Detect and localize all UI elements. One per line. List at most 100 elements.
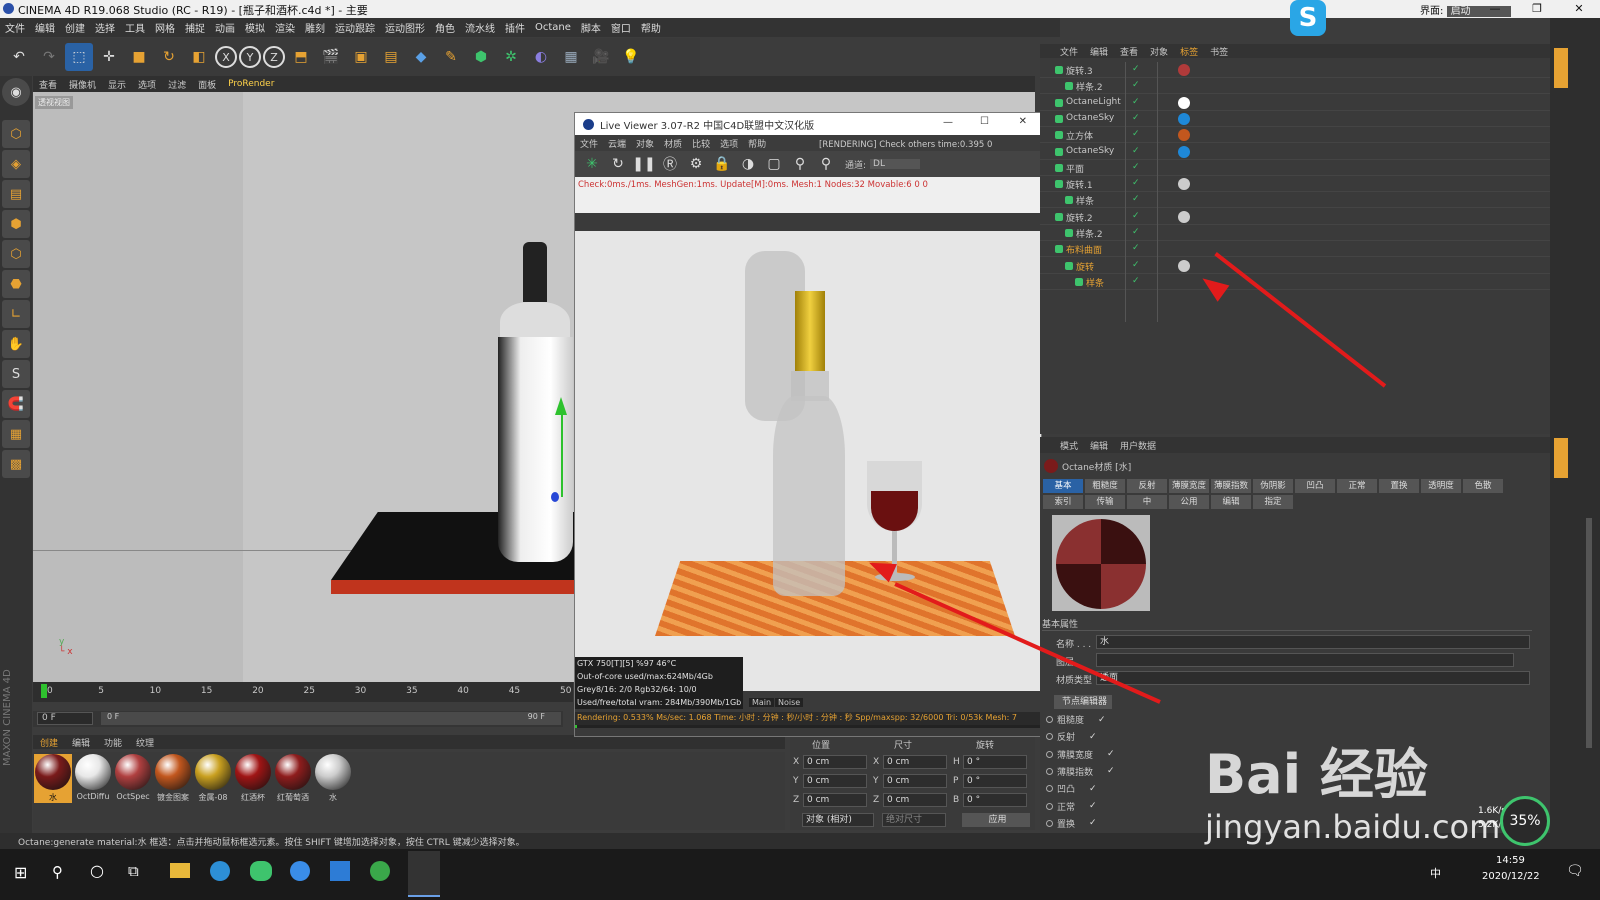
region-render-icon[interactable]: Ⓡ (658, 150, 682, 178)
object-row[interactable]: 布料曲面 ✓ (1040, 241, 1550, 258)
apply-button[interactable]: 应用 (962, 813, 1030, 827)
viewport-menu-item[interactable]: ProRender (228, 79, 274, 89)
redo-icon[interactable]: ↷ (35, 43, 63, 71)
scale-icon[interactable]: ■ (125, 43, 153, 71)
name-field[interactable]: 水 (1096, 635, 1530, 649)
attribute-tab[interactable]: 薄膜指数 (1211, 479, 1251, 493)
visibility-check-icon[interactable]: ✓ (1132, 178, 1140, 188)
viewport-menu-item[interactable]: 摄像机 (69, 78, 96, 91)
coord-field[interactable]: 0 ° (963, 793, 1027, 807)
material-swatch[interactable]: 水 (34, 754, 72, 803)
viewport-menu-item[interactable]: 过滤 (168, 78, 186, 91)
last-tool-icon[interactable]: ◧ (185, 43, 213, 71)
wechat-icon[interactable] (250, 861, 272, 881)
task-view-icon[interactable]: ⧉ (128, 862, 139, 880)
channel-row[interactable]: 反射 ✓ (1046, 730, 1097, 743)
array-icon[interactable]: ✲ (497, 43, 525, 71)
y-axis-icon[interactable]: Y (239, 46, 261, 68)
material-tag-icon[interactable] (1178, 96, 1190, 109)
grid-icon[interactable]: ▩ (2, 450, 30, 478)
viewport-menu-item[interactable]: 查看 (39, 78, 57, 91)
visibility-check-icon[interactable]: ✓ (1132, 194, 1140, 204)
coord-field[interactable]: 0 ° (963, 774, 1027, 788)
channel-check-icon[interactable]: ✓ (1107, 749, 1115, 759)
search-icon[interactable]: ⚲ (52, 863, 63, 881)
render-view-icon[interactable]: 🎬 (317, 43, 345, 71)
object-row[interactable]: OctaneSky ✓ (1040, 111, 1550, 127)
object-row[interactable]: OctaneSky ✓ (1040, 144, 1550, 160)
menu-item[interactable]: 编辑 (35, 20, 55, 35)
minimize-icon[interactable]: — (1474, 0, 1516, 18)
channel-check-icon[interactable]: ✓ (1089, 801, 1097, 811)
menu-item[interactable]: 运动跟踪 (335, 20, 375, 35)
floor-icon[interactable]: ▦ (557, 43, 585, 71)
menu-item[interactable]: 插件 (505, 20, 525, 35)
channel-row[interactable]: 置换 ✓ (1046, 817, 1097, 830)
current-frame-field[interactable]: 0 F (37, 712, 93, 725)
render-preview[interactable] (575, 231, 1041, 691)
lock-icon[interactable]: 🔒 (710, 150, 734, 178)
make-editable-icon[interactable]: ⬡ (2, 120, 30, 148)
material-tag-icon[interactable] (1178, 112, 1190, 125)
camera-icon[interactable]: 🎥 (587, 43, 615, 71)
coord-field[interactable]: 0 cm (803, 755, 867, 769)
attribute-tab[interactable]: 透明度 (1421, 479, 1461, 493)
pick-white-balance-icon[interactable]: ⚲ (814, 150, 838, 178)
lv-menu-item[interactable]: 云端 (608, 137, 626, 150)
frame-range-slider[interactable]: 0 F 90 F (101, 712, 561, 725)
visibility-check-icon[interactable]: ✓ (1132, 162, 1140, 172)
move-icon[interactable]: ✛ (95, 43, 123, 71)
object-row[interactable]: 样条 ✓ (1040, 274, 1550, 290)
send-scene-icon[interactable]: ✳ (580, 150, 604, 178)
lv-menu-item[interactable]: 选项 (720, 137, 738, 150)
layer-field[interactable] (1096, 653, 1514, 667)
side-tab-object[interactable] (1554, 48, 1568, 88)
render-picture-viewer-icon[interactable]: ▣ (347, 43, 375, 71)
restart-render-icon[interactable]: ↻ (606, 150, 630, 178)
coord-mode-select[interactable]: 对象 (相对) (802, 813, 874, 827)
channel-row[interactable]: 正常 ✓ (1046, 800, 1097, 813)
workplane-lock-icon[interactable]: ▦ (2, 420, 30, 448)
timeline[interactable]: 0 5 10 15 20 25 30 35 40 45 50 (33, 682, 573, 702)
attribute-tab[interactable]: 中 (1127, 495, 1167, 509)
material-swatch[interactable]: 镀金图案 (154, 754, 192, 803)
material-menu-item[interactable]: 编辑 (72, 736, 90, 749)
attribute-tab[interactable]: 置换 (1379, 479, 1419, 493)
object-menu-item[interactable]: 书签 (1210, 45, 1228, 58)
visibility-check-icon[interactable]: ✓ (1132, 97, 1140, 107)
attribute-tab[interactable]: 指定 (1253, 495, 1293, 509)
select-icon[interactable]: ⬚ (65, 43, 93, 71)
edges-mode-icon[interactable]: ⬡ (2, 240, 30, 268)
visibility-check-icon[interactable]: ✓ (1132, 227, 1140, 237)
visibility-check-icon[interactable]: ✓ (1132, 64, 1140, 74)
radio-icon[interactable] (1046, 716, 1053, 723)
cube-icon[interactable]: ◆ (407, 43, 435, 71)
channel-check-icon[interactable]: ✓ (1089, 732, 1097, 742)
snap-icon[interactable]: 🧲 (2, 390, 30, 418)
object-row[interactable]: 立方体 ✓ (1040, 127, 1550, 144)
material-menu-item[interactable]: 功能 (104, 736, 122, 749)
polygons-mode-icon[interactable]: ⬣ (2, 270, 30, 298)
visibility-check-icon[interactable]: ✓ (1132, 80, 1140, 90)
menu-item[interactable]: 运动图形 (385, 20, 425, 35)
attribute-tab[interactable]: 薄膜宽度 (1169, 479, 1209, 493)
size-mode-select[interactable]: 绝对尺寸 (882, 813, 946, 827)
attribute-tab[interactable]: 粗糙度 (1085, 479, 1125, 493)
coordinate-system-icon[interactable]: ⬒ (287, 43, 315, 71)
lv-close-icon[interactable]: ✕ (1019, 116, 1027, 127)
file-explorer-icon[interactable] (170, 863, 190, 878)
viewport-menu-item[interactable]: 选项 (138, 78, 156, 91)
object-menu-item[interactable]: 编辑 (1090, 45, 1108, 58)
paint-icon[interactable] (290, 861, 310, 881)
menu-item[interactable]: 模拟 (245, 20, 265, 35)
attribute-tab[interactable]: 正常 (1337, 479, 1377, 493)
visibility-check-icon[interactable]: ✓ (1132, 129, 1140, 139)
object-menu-item[interactable]: 查看 (1120, 45, 1138, 58)
rotate-icon[interactable]: ↻ (155, 43, 183, 71)
object-row[interactable]: 旋转 ✓ (1040, 258, 1550, 274)
menu-item[interactable]: 创建 (65, 20, 85, 35)
channel-select[interactable]: DL (870, 159, 921, 169)
attribute-tab[interactable]: 反射 (1127, 479, 1167, 493)
attribute-tab[interactable]: 色散 (1463, 479, 1503, 493)
lv-menu-item[interactable]: 比较 (692, 137, 710, 150)
